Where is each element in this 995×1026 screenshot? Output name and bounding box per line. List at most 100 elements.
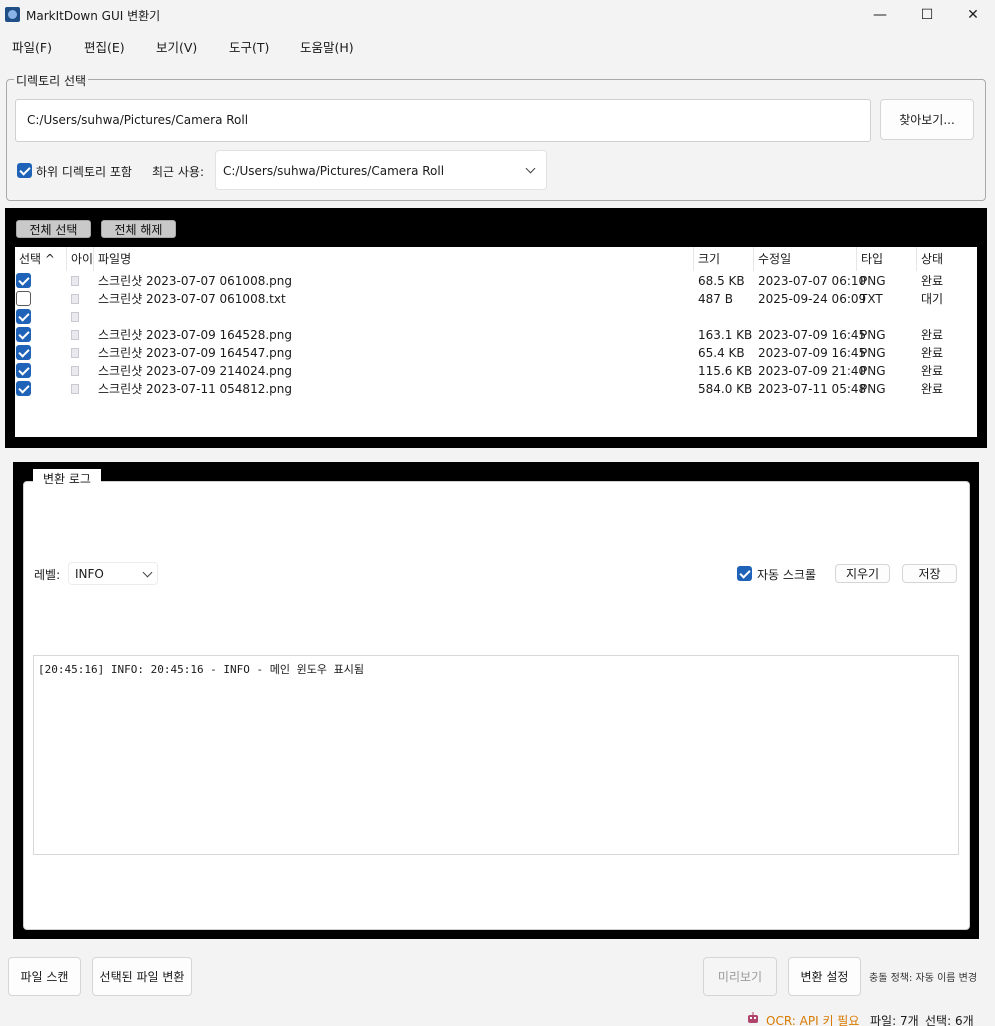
scan-files-button[interactable]: 파일 스캔	[8, 957, 81, 996]
selected-count-status: 선택: 6개	[925, 1014, 974, 1026]
file-icon	[71, 330, 79, 340]
file-type: PNG	[860, 346, 886, 360]
level-value: INFO	[75, 567, 104, 581]
file-type: PNG	[860, 328, 886, 342]
file-modified: 2023-07-09 21:40	[758, 364, 867, 378]
file-table: 선택 ^ 아이 파일명 크기 수정일 타입 상태 스크린샷 2023-07-07…	[15, 247, 977, 437]
file-modified: 2023-07-09 16:45	[758, 346, 867, 360]
robot-icon	[746, 1011, 760, 1025]
file-modified: 2023-07-09 16:45	[758, 328, 867, 342]
level-combo[interactable]: INFO	[68, 562, 158, 585]
include-subdirectories-checkbox[interactable]	[17, 163, 32, 178]
preview-button[interactable]: 미리보기	[703, 957, 777, 996]
column-header-icon[interactable]: 아이	[67, 247, 94, 271]
deselect-all-button[interactable]: 전체 해제	[101, 220, 176, 238]
auto-scroll-label: 자동 스크롤	[757, 568, 817, 582]
column-header-status[interactable]: 상태	[917, 247, 977, 271]
file-name: 스크린샷 2023-07-07 061008.png	[98, 274, 292, 288]
table-row[interactable]: 스크린샷 2023-07-07 061008.txt 487 B 2025-09…	[15, 290, 977, 308]
file-size: 487 B	[698, 292, 733, 306]
file-name: 스크린샷 2023-07-09 164528.png	[98, 328, 292, 342]
column-header-select[interactable]: 선택 ^	[15, 247, 67, 271]
table-row[interactable]: 스크린샷 2023-07-11 054812.png 584.0 KB 2023…	[15, 380, 977, 398]
file-size: 65.4 KB	[698, 346, 745, 360]
file-modified: 2023-07-11 05:48	[758, 382, 867, 396]
directory-group-title: 디렉토리 선택	[14, 72, 89, 89]
file-name: 스크린샷 2023-07-07 061008.txt	[98, 292, 286, 306]
file-name: 스크린샷 2023-07-09 214024.png	[98, 364, 292, 378]
window-title: MarkItDown GUI 변환기	[26, 9, 161, 23]
table-row[interactable]: 스크린샷 2023-07-07 061008.png 68.5 KB 2023-…	[15, 272, 977, 290]
file-modified: 2023-07-07 06:10	[758, 274, 867, 288]
row-checkbox[interactable]	[16, 273, 31, 288]
column-header-filename[interactable]: 파일명	[94, 247, 694, 271]
column-header-size[interactable]: 크기	[694, 247, 754, 271]
file-type: PNG	[860, 364, 886, 378]
convert-selected-button[interactable]: 선택된 파일 변환	[92, 957, 192, 996]
file-icon	[71, 294, 79, 304]
table-row[interactable]: 스크린샷 2023-07-09 214024.png 115.6 KB 2023…	[15, 362, 977, 380]
recent-directory-value: C:/Users/suhwa/Pictures/Camera Roll	[223, 164, 445, 178]
clear-log-button[interactable]: 지우기	[835, 564, 890, 583]
save-log-button[interactable]: 저장	[902, 564, 957, 583]
file-name: 스크린샷 2023-07-09 164547.png	[98, 346, 292, 360]
row-checkbox[interactable]	[16, 309, 31, 324]
table-row[interactable]: 스크린샷 2023-07-09 164528.png 163.1 KB 2023…	[15, 326, 977, 344]
file-icon	[71, 384, 79, 394]
chevron-down-icon	[142, 567, 153, 578]
auto-scroll-checkbox[interactable]	[737, 566, 752, 581]
ocr-status: OCR: API 키 필요	[766, 1014, 860, 1026]
column-header-modified[interactable]: 수정일	[754, 247, 857, 271]
recent-label: 최근 사용:	[152, 165, 205, 179]
file-status: 완료	[921, 364, 944, 378]
menu-help[interactable]: 도움말(H)	[300, 37, 354, 56]
title-bar: MarkItDown GUI 변환기 — ☐ ✕	[0, 0, 995, 29]
file-icon	[71, 366, 79, 376]
conversion-settings-button[interactable]: 변환 설정	[788, 957, 861, 996]
file-count-status: 파일: 7개	[870, 1014, 919, 1026]
file-size: 115.6 KB	[698, 364, 753, 378]
select-all-button[interactable]: 전체 선택	[16, 220, 91, 238]
row-checkbox[interactable]	[16, 291, 31, 306]
menu-edit[interactable]: 편집(E)	[84, 37, 125, 56]
table-row[interactable]: 스크린샷 2023-07-09 164547.png 65.4 KB 2023-…	[15, 344, 977, 362]
recent-directory-combo[interactable]: C:/Users/suhwa/Pictures/Camera Roll	[215, 150, 547, 190]
menu-file[interactable]: 파일(F)	[12, 37, 52, 56]
file-name: 스크린샷 2023-07-11 054812.png	[98, 382, 292, 396]
file-size: 584.0 KB	[698, 382, 753, 396]
minimize-button[interactable]: —	[857, 0, 903, 29]
file-icon	[71, 276, 79, 286]
browse-button[interactable]: 찾아보기...	[880, 99, 974, 140]
row-checkbox[interactable]	[16, 381, 31, 396]
app-icon	[5, 7, 20, 22]
menu-bar: 파일(F) 편집(E) 보기(V) 도구(T) 도움말(H)	[0, 35, 995, 57]
file-status: 완료	[921, 382, 944, 396]
menu-tools[interactable]: 도구(T)	[229, 37, 269, 56]
table-row[interactable]	[15, 308, 977, 326]
file-size: 68.5 KB	[698, 274, 745, 288]
menu-view[interactable]: 보기(V)	[156, 37, 197, 56]
file-status: 완료	[921, 346, 944, 360]
level-label: 레벨:	[34, 568, 61, 582]
close-button[interactable]: ✕	[950, 0, 995, 29]
file-status: 완료	[921, 274, 944, 288]
log-line: [20:45:16] INFO: 20:45:16 - INFO - 메인 윈도…	[38, 663, 364, 676]
file-type: PNG	[860, 382, 886, 396]
file-type: TXT	[860, 292, 883, 306]
log-group-title: 변환 로그	[33, 469, 101, 489]
directory-path-input[interactable]: C:/Users/suhwa/Pictures/Camera Roll	[15, 99, 871, 142]
column-header-type[interactable]: 타입	[857, 247, 917, 271]
file-size: 163.1 KB	[698, 328, 753, 342]
file-icon	[71, 312, 79, 322]
row-checkbox[interactable]	[16, 327, 31, 342]
conflict-policy-label: 충돌 정책: 자동 이름 변경	[869, 973, 978, 984]
row-checkbox[interactable]	[16, 345, 31, 360]
file-modified: 2025-09-24 06:09	[758, 292, 867, 306]
file-icon	[71, 348, 79, 358]
row-checkbox[interactable]	[16, 363, 31, 378]
log-output[interactable]: [20:45:16] INFO: 20:45:16 - INFO - 메인 윈도…	[33, 655, 959, 855]
chevron-down-icon	[525, 163, 536, 174]
file-status: 대기	[921, 292, 944, 306]
file-type: PNG	[860, 274, 886, 288]
maximize-button[interactable]: ☐	[904, 0, 950, 29]
